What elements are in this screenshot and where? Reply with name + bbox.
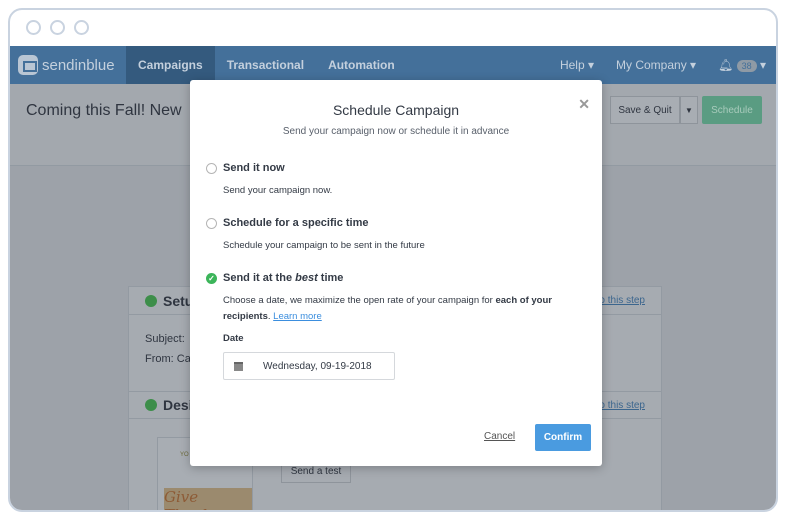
company-menu[interactable]: My Company ▾ — [616, 58, 696, 72]
option-specific-time[interactable]: Schedule for a specific time — [206, 217, 369, 229]
campaign-title: Coming this Fall! New — [26, 102, 182, 119]
schedule-campaign-modal: Schedule Campaign Send your campaign now… — [190, 80, 602, 466]
notification-count: 38 — [736, 60, 757, 72]
subject-label: Subject: — [145, 333, 185, 345]
option-best-time[interactable]: ✓ Send it at the best time — [206, 272, 343, 284]
option-description: Schedule your campaign to be sent in the… — [223, 240, 425, 251]
window-maximize-button[interactable] — [74, 20, 89, 35]
top-nav: sendinblue Campaigns Transactional Autom… — [10, 46, 776, 84]
date-input[interactable]: Wednesday, 09-19-2018 — [223, 352, 395, 380]
modal-subtitle: Send your campaign now or schedule it in… — [282, 126, 510, 137]
option-label: Schedule for a specific time — [223, 217, 369, 229]
schedule-button[interactable]: Schedule — [702, 96, 762, 124]
window-minimize-button[interactable] — [50, 20, 65, 35]
check-icon — [145, 399, 157, 411]
thumb-text: YO — [180, 452, 189, 458]
calendar-icon — [234, 361, 243, 371]
nav-campaigns[interactable]: Campaigns — [126, 46, 215, 84]
radio-button[interactable] — [206, 162, 217, 174]
option-label: Send it at the best time — [223, 272, 344, 284]
option-send-now[interactable]: Send it now — [206, 162, 285, 174]
logo-icon — [18, 55, 38, 75]
option-description: Send your campaign now. — [223, 185, 333, 196]
date-label: Date — [223, 333, 244, 344]
brand-name: sendinblue — [42, 56, 115, 74]
confirm-button[interactable]: Confirm — [535, 424, 591, 451]
bell-icon: 🔔︎ — [718, 58, 734, 72]
window-controls — [26, 20, 89, 35]
browser-window: sendinblue Campaigns Transactional Autom… — [8, 8, 778, 512]
date-value: Wednesday, 09-19-2018 — [263, 360, 372, 372]
radio-button[interactable] — [206, 217, 217, 229]
radio-checked-icon[interactable]: ✓ — [206, 272, 217, 284]
from-label: From: Ca — [145, 353, 191, 365]
window-close-button[interactable] — [26, 20, 41, 35]
section-title: Desi — [163, 397, 193, 413]
option-description: Choose a date, we maximize the open rate… — [223, 295, 552, 322]
cancel-button[interactable]: Cancel — [484, 431, 515, 442]
option-label: Send it now — [223, 162, 285, 174]
section-title: Setu — [163, 292, 194, 309]
help-menu[interactable]: Help ▾ — [560, 58, 594, 72]
edit-step-link[interactable]: o this step — [599, 295, 645, 306]
save-quit-button[interactable]: Save & Quit — [610, 96, 680, 124]
nav-transactional[interactable]: Transactional — [215, 46, 316, 84]
learn-more-link[interactable]: Learn more — [273, 311, 322, 322]
app: sendinblue Campaigns Transactional Autom… — [10, 46, 776, 510]
close-icon[interactable]: ✕ — [578, 96, 590, 113]
logo[interactable]: sendinblue — [10, 46, 126, 84]
notifications[interactable]: 🔔︎ 38 ▾ — [718, 58, 766, 72]
check-icon — [145, 294, 157, 307]
thumb-image: Give Thanks — [164, 488, 252, 510]
nav-automation[interactable]: Automation — [316, 46, 407, 84]
edit-step-link[interactable]: o this step — [599, 400, 645, 411]
modal-title: Schedule Campaign — [332, 102, 460, 118]
save-dropdown-button[interactable]: ▼ — [680, 96, 698, 124]
